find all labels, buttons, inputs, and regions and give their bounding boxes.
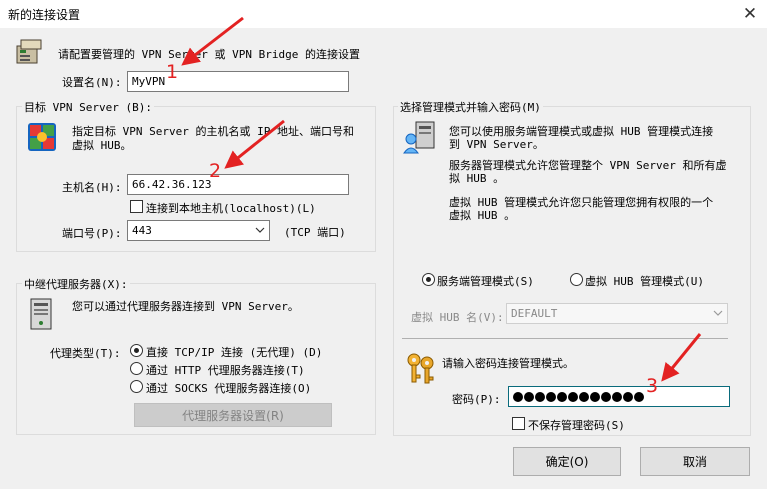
annotation-arrows xyxy=(181,16,702,382)
annotation-number-2: 2 xyxy=(209,160,222,182)
annotation-arrow-3 xyxy=(661,333,702,382)
annotation-number-1: 1 xyxy=(166,61,179,83)
annotation-arrow-2 xyxy=(224,119,285,169)
annotation-arrow-1 xyxy=(181,16,244,66)
annotation-number-3: 3 xyxy=(646,375,659,397)
